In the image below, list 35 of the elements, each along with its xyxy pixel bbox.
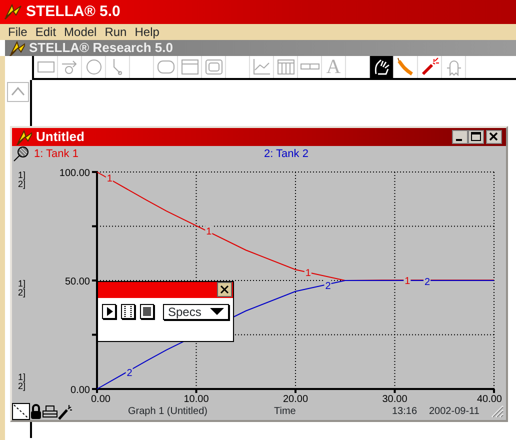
y-tick-label: 0.00 [70,385,90,396]
legend-label: 1: Tank 1 [34,146,80,162]
line-label: 2 [126,368,132,380]
scale-label: 2] [18,179,26,189]
menu-item[interactable]: Help [130,24,164,40]
time-label: 13:16 [392,404,418,418]
date-label: 2002-09-11 [429,404,480,418]
x-tick-label: 0.00 [91,394,110,402]
x-tick-label: 10.00 [184,394,209,402]
menu-item[interactable]: Model [60,24,101,40]
scale-label: 2] [18,288,26,298]
line-label: 1 [106,174,112,185]
scale-label: 1] [18,278,26,288]
legend-label: 2: Tank 2 [264,146,308,162]
scale-label: 1] [18,372,26,382]
line-label: 1 [206,226,212,238]
scale-label: 1] [18,170,26,180]
line-label: 2 [325,280,331,292]
line-label: 2 [424,276,430,288]
scale-label: 2] [18,381,26,391]
window-title: Untitled [36,128,86,146]
line-label: 1 [305,268,311,279]
window-title: STELLA® Research 5.0 [29,39,173,58]
x-tick-label: 40.00 [476,394,502,402]
menu-item[interactable]: Run [100,24,131,40]
y-tick-label: 50.00 [64,276,90,288]
menu-item[interactable]: File [4,24,32,40]
app-title: STELLA® 5.0 [26,2,120,22]
x-tick-label: 20.00 [282,394,308,402]
x-tick-label: 30.00 [382,394,408,402]
x-axis-label: Time [274,404,297,418]
specs-dropdown[interactable]: Specs [163,304,229,320]
y-tick-label: 100.00 [59,168,90,179]
menu-item[interactable]: Edit [31,24,60,40]
line-label: 1 [404,276,410,288]
